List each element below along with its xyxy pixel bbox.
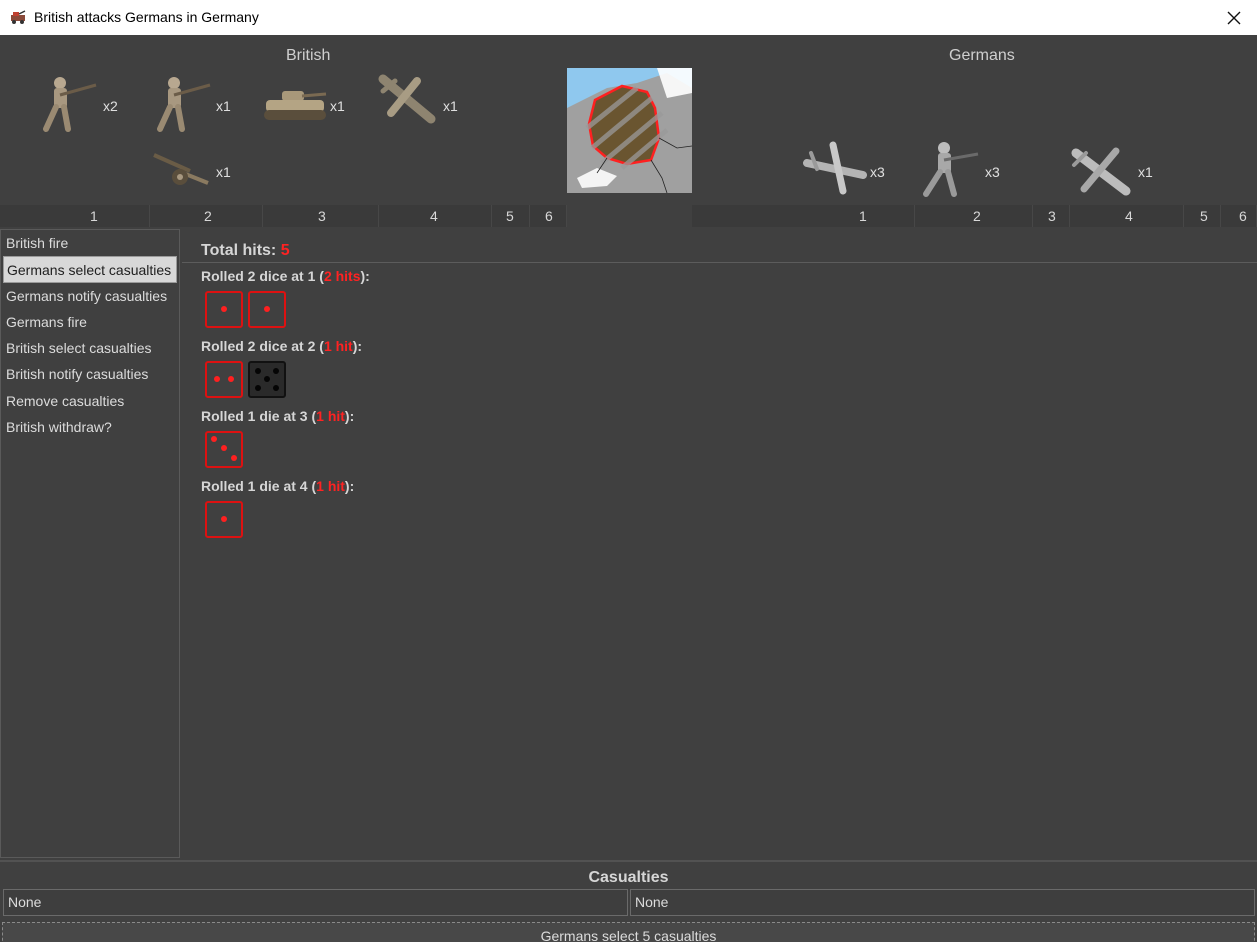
roll-hits: 2 hits bbox=[323, 268, 361, 284]
unit-count: x3 bbox=[985, 164, 1000, 180]
column-label: 1 bbox=[859, 208, 867, 224]
battle-steps-list[interactable]: British fire Germans select casualties G… bbox=[0, 229, 180, 858]
tank-icon bbox=[262, 87, 328, 123]
attacker-casualties-box: None bbox=[3, 889, 628, 916]
infantry-icon bbox=[150, 73, 212, 133]
die-hit bbox=[205, 361, 243, 398]
unit-count: x1 bbox=[1138, 164, 1153, 180]
unit-count: x1 bbox=[443, 98, 458, 114]
column-label: 1 bbox=[90, 208, 98, 224]
dice-results-panel: Total hits: 5 Rolled 2 dice at 1 (2 hits… bbox=[182, 229, 1257, 858]
column-label: 2 bbox=[973, 208, 981, 224]
column-label: 5 bbox=[1200, 208, 1208, 224]
roll-prefix: Rolled 1 die at 3 ( bbox=[201, 408, 317, 424]
unit-count: x1 bbox=[330, 98, 345, 114]
defender-title: Germans bbox=[949, 47, 1015, 64]
step-item[interactable]: British fire bbox=[1, 230, 179, 256]
attacker-title: British bbox=[286, 47, 331, 64]
divider bbox=[182, 262, 1257, 263]
bomber-icon bbox=[377, 73, 437, 129]
step-item[interactable]: British select casualties bbox=[1, 335, 179, 361]
unit-count: x1 bbox=[216, 98, 231, 114]
roll-prefix: Rolled 2 dice at 1 ( bbox=[201, 268, 324, 284]
roll-title: Rolled 2 dice at 1 (2 hits): bbox=[201, 268, 370, 284]
roll-hits: 1 hit bbox=[316, 478, 345, 494]
column-label: 5 bbox=[506, 208, 514, 224]
column-label: 3 bbox=[1048, 208, 1056, 224]
fighter-icon bbox=[803, 139, 867, 195]
column-label: 4 bbox=[1125, 208, 1133, 224]
total-hits-label: Total hits: bbox=[201, 242, 277, 259]
casualties-title: Casualties bbox=[588, 869, 669, 886]
roll-hits: 1 hit bbox=[316, 408, 345, 424]
battle-header: British Germans x2 x1 x1 x1 x1 x3 x3 x1 … bbox=[0, 35, 1257, 227]
roll-prefix: Rolled 2 dice at 2 ( bbox=[201, 338, 324, 354]
territory-map-icon bbox=[567, 68, 693, 194]
step-item[interactable]: British withdraw? bbox=[1, 414, 179, 440]
defender-column-bar: 1 2 3 4 5 6 bbox=[692, 205, 1257, 227]
column-label: 2 bbox=[204, 208, 212, 224]
step-item[interactable]: Germans fire bbox=[1, 309, 179, 335]
unit-count: x3 bbox=[870, 164, 885, 180]
title-bar: British attacks Germans in Germany bbox=[0, 0, 1257, 35]
die-hit bbox=[248, 291, 286, 328]
die-hit bbox=[205, 431, 243, 468]
close-icon[interactable] bbox=[1211, 0, 1257, 35]
roll-suffix: ): bbox=[352, 338, 363, 354]
column-label: 6 bbox=[1239, 208, 1247, 224]
die-hit bbox=[205, 501, 243, 538]
total-hits-value: 5 bbox=[280, 242, 290, 259]
attacker-column-bar: 1 2 3 4 5 6 bbox=[0, 205, 567, 227]
roll-title: Rolled 1 die at 3 (1 hit): bbox=[201, 408, 354, 424]
column-label: 3 bbox=[318, 208, 326, 224]
game-app-icon bbox=[10, 9, 26, 25]
artillery-icon bbox=[150, 149, 212, 189]
infantry-icon bbox=[918, 138, 980, 198]
roll-title: Rolled 1 die at 4 (1 hit): bbox=[201, 478, 354, 494]
column-label: 4 bbox=[430, 208, 438, 224]
defender-casualties-box: None bbox=[630, 889, 1255, 916]
unit-count: x1 bbox=[216, 164, 231, 180]
die-hit bbox=[205, 291, 243, 328]
window-title: British attacks Germans in Germany bbox=[34, 9, 259, 25]
casualties-panel: Casualties None None Germans select 5 ca… bbox=[0, 860, 1257, 942]
roll-prefix: Rolled 1 die at 4 ( bbox=[201, 478, 317, 494]
step-item[interactable]: British notify casualties bbox=[1, 361, 179, 387]
die-miss bbox=[248, 361, 286, 398]
roll-suffix: ): bbox=[344, 408, 355, 424]
roll-hits: 1 hit bbox=[323, 338, 353, 354]
select-casualties-button[interactable]: Germans select 5 casualties bbox=[2, 922, 1255, 942]
column-label: 6 bbox=[545, 208, 553, 224]
roll-title: Rolled 2 dice at 2 (1 hit): bbox=[201, 338, 362, 354]
total-hits: Total hits: 5 bbox=[201, 242, 290, 260]
roll-suffix: ): bbox=[360, 268, 370, 284]
fighter-icon bbox=[1070, 143, 1132, 199]
unit-count: x2 bbox=[103, 98, 118, 114]
infantry-icon bbox=[36, 73, 98, 133]
step-item[interactable]: Remove casualties bbox=[1, 388, 179, 414]
step-item-active[interactable]: Germans select casualties bbox=[3, 256, 177, 283]
step-item[interactable]: Germans notify casualties bbox=[1, 283, 179, 309]
roll-suffix: ): bbox=[344, 478, 355, 494]
